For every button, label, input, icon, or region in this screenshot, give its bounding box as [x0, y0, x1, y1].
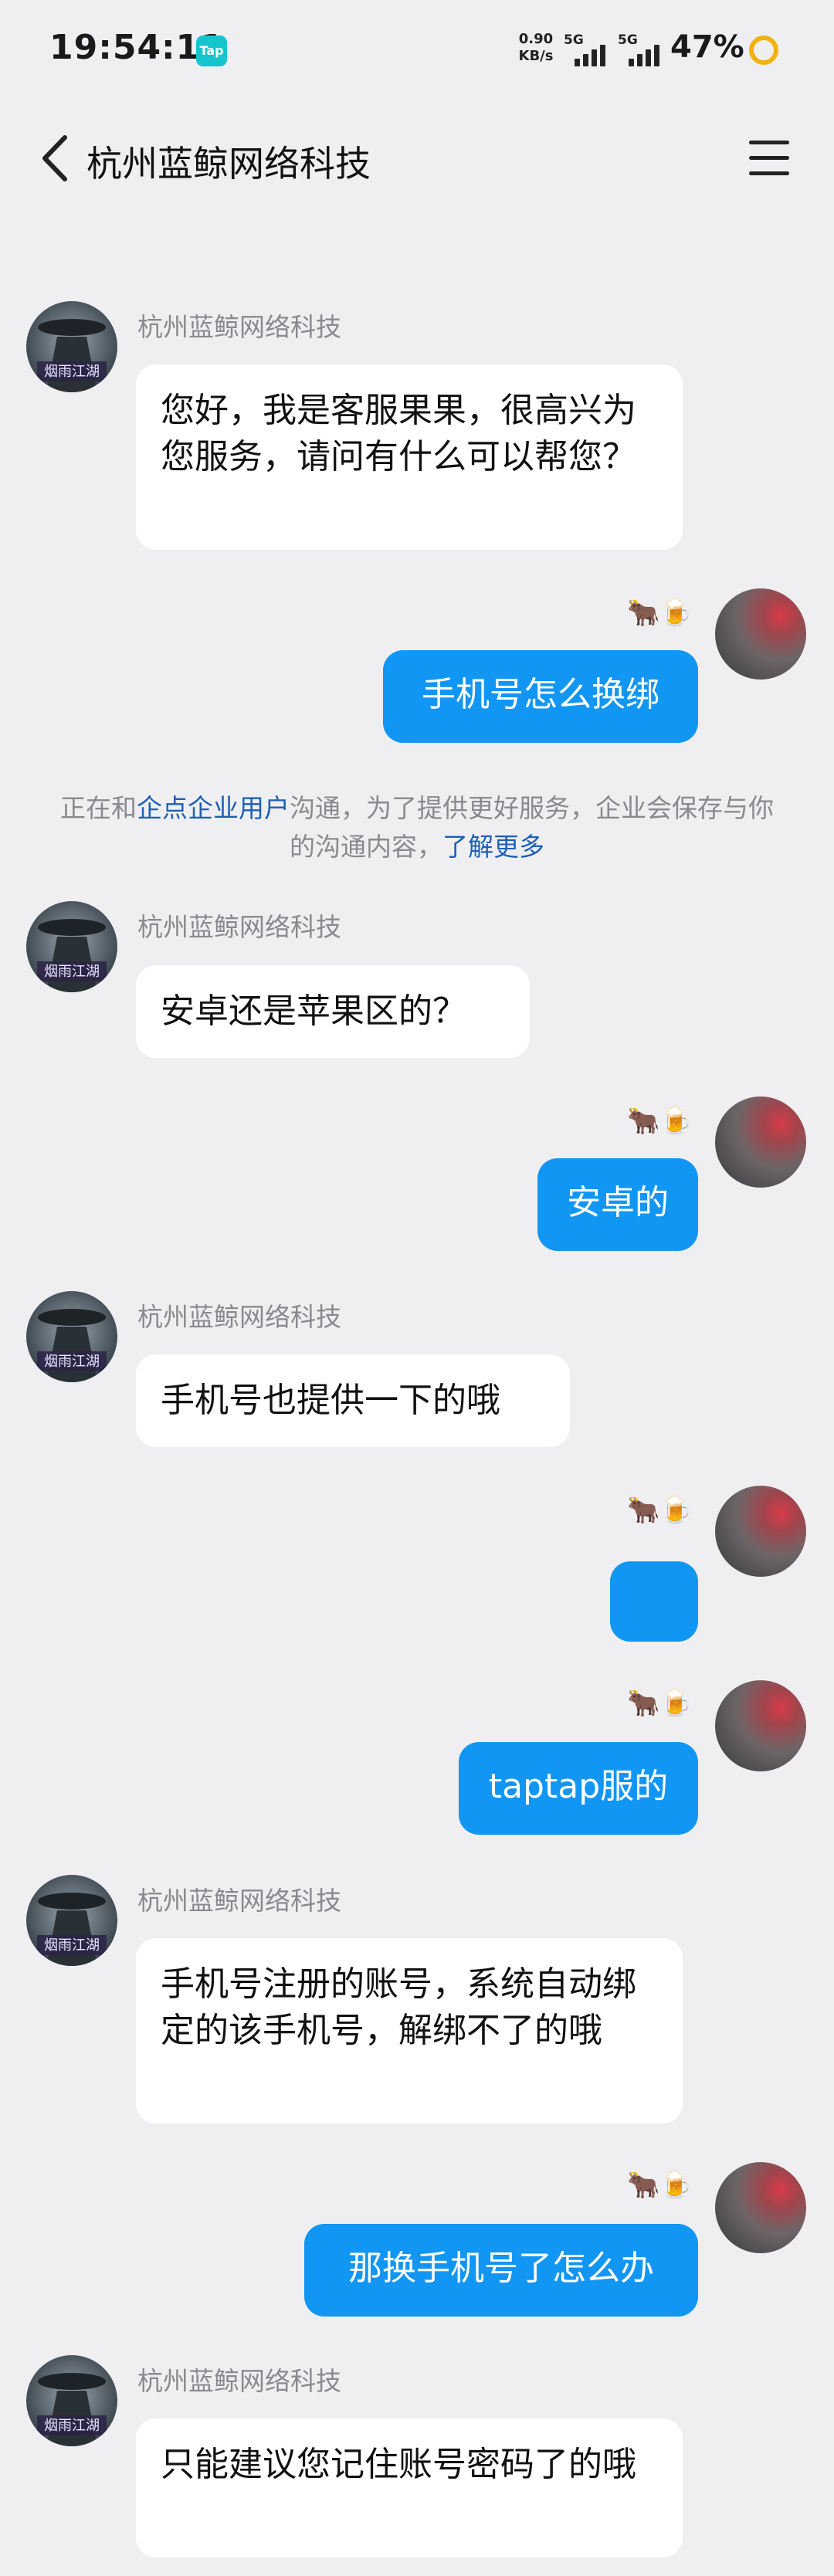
svg-text:烟雨江湖: 烟雨江湖: [44, 1354, 100, 1370]
back-arrow-icon[interactable]: [34, 133, 77, 184]
learn-more-link[interactable]: 了解更多: [442, 832, 544, 862]
outgoing-message: 那换手机号了怎么办: [304, 2224, 698, 2317]
privacy-notice: 正在和企点企业用户沟通，为了提供更好服务，企业会保存与你的沟通内容，了解更多: [54, 789, 780, 866]
signal-1-icon: 5G: [564, 32, 612, 68]
outgoing-message-redacted: [610, 1561, 698, 1642]
taptap-notification-icon: Tap: [196, 36, 227, 66]
incoming-message: 手机号也提供一下的哦: [136, 1354, 570, 1447]
enterprise-user-link[interactable]: 企点企业用户: [137, 793, 290, 823]
incoming-message: 安卓还是苹果区的？: [136, 965, 530, 1058]
outgoing-message: 手机号怎么换绑: [383, 650, 698, 743]
chat-screen: 19:54:11 Tap 0.90 KB/s 5G 5G 47% 杭州蓝鲸网络科…: [0, 0, 834, 2576]
page-title: 杭州蓝鲸网络科技: [86, 143, 371, 185]
user-badge: 🐂🍺: [627, 598, 693, 629]
incoming-message: 只能建议您记住账号密码了的哦: [136, 2418, 683, 2557]
user-badge: 🐂🍺: [627, 1688, 693, 1719]
menu-icon[interactable]: [746, 139, 792, 178]
network-speed-unit: KB/s: [518, 48, 554, 64]
user-badge: 🐂🍺: [627, 1106, 693, 1137]
svg-text:烟雨江湖: 烟雨江湖: [44, 964, 100, 980]
agent-avatar[interactable]: 烟雨江湖: [26, 301, 117, 392]
top-nav-bar: 杭州蓝鲸网络科技: [0, 100, 834, 216]
notice-prefix: 正在和: [60, 793, 137, 823]
agent-avatar[interactable]: 烟雨江湖: [26, 2355, 117, 2446]
signal-2-icon: 5G: [618, 32, 666, 68]
user-avatar[interactable]: [715, 588, 806, 680]
sender-name: 杭州蓝鲸网络科技: [137, 912, 341, 942]
battery-icon: [749, 36, 778, 65]
sender-name: 杭州蓝鲸网络科技: [137, 1302, 341, 1332]
incoming-message: 手机号注册的账号，系统自动绑定的该手机号，解绑不了的哦: [136, 1938, 683, 2124]
agent-avatar[interactable]: 烟雨江湖: [26, 901, 117, 992]
agent-avatar[interactable]: 烟雨江湖: [26, 1875, 117, 1966]
svg-text:烟雨江湖: 烟雨江湖: [44, 1937, 100, 1954]
outgoing-message: taptap服的: [459, 1742, 698, 1835]
svg-text:烟雨江湖: 烟雨江湖: [44, 364, 100, 380]
user-avatar[interactable]: [715, 1680, 806, 1771]
incoming-message: 您好，我是客服果果，很高兴为您服务，请问有什么可以帮您？: [136, 364, 683, 550]
agent-avatar[interactable]: 烟雨江湖: [26, 1291, 117, 1382]
sender-name: 杭州蓝鲸网络科技: [137, 312, 341, 342]
user-avatar[interactable]: [715, 1486, 806, 1577]
battery-percent: 47%: [670, 29, 744, 65]
sender-name: 杭州蓝鲸网络科技: [137, 1886, 341, 1916]
status-bar: 19:54:11 Tap 0.90 KB/s 5G 5G 47%: [0, 0, 834, 100]
user-badge: 🐂🍺: [627, 2170, 693, 2201]
sender-name: 杭州蓝鲸网络科技: [137, 2366, 341, 2396]
user-badge: 🐂🍺: [627, 1495, 693, 1526]
user-avatar[interactable]: [715, 2162, 806, 2253]
outgoing-message: 安卓的: [537, 1158, 698, 1251]
network-speed-value: 0.90: [518, 31, 554, 47]
svg-text:烟雨江湖: 烟雨江湖: [44, 2418, 100, 2434]
network-speed: 0.90 KB/s: [513, 31, 559, 65]
user-avatar[interactable]: [715, 1096, 806, 1188]
